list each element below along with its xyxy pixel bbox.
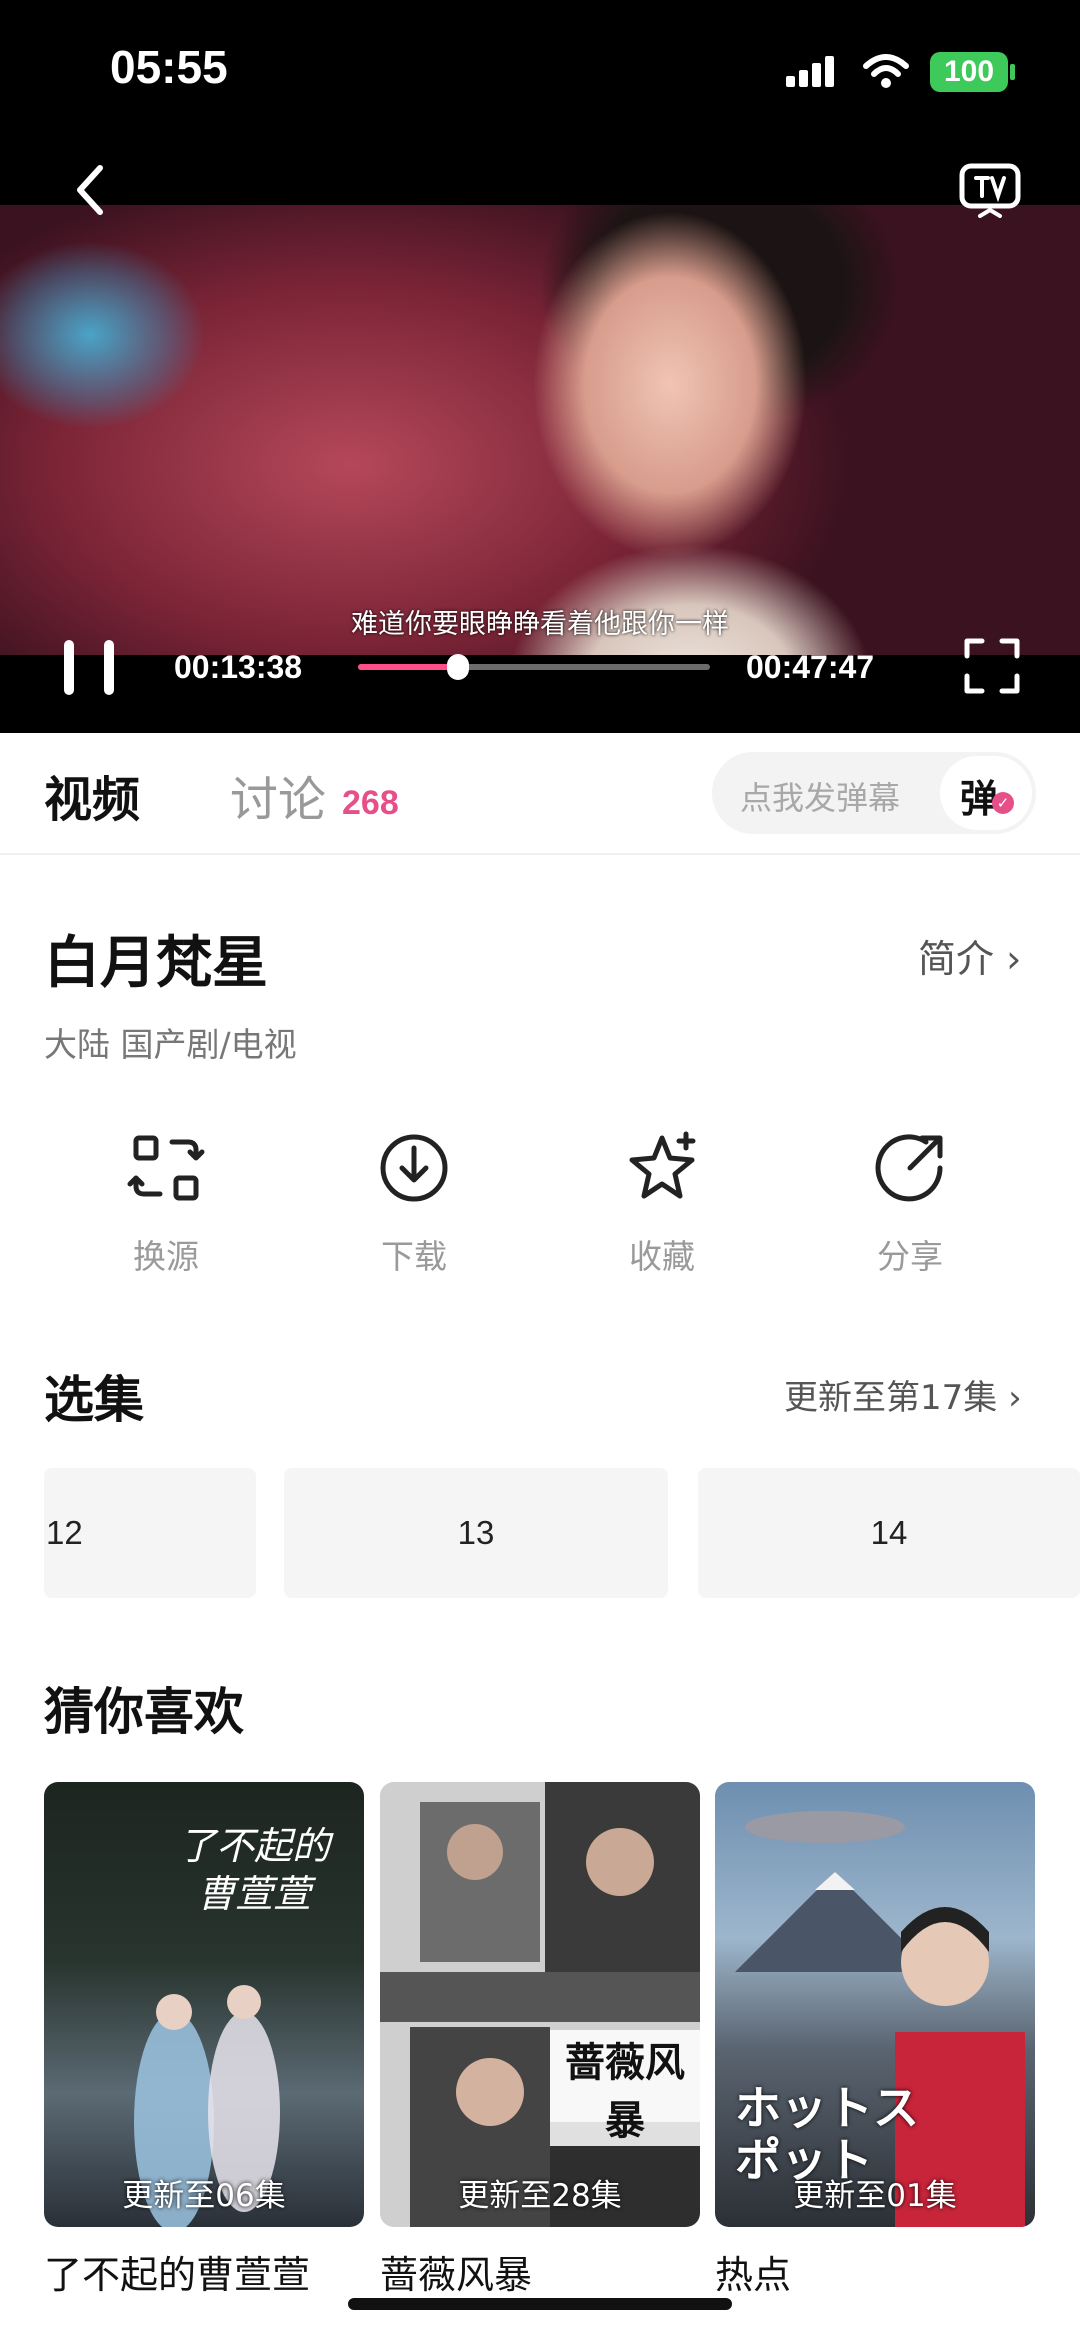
pause-icon	[64, 640, 74, 695]
intro-link[interactable]: 简介 ›	[918, 928, 1021, 983]
download-icon	[380, 1134, 448, 1202]
chevron-right-icon: ›	[1008, 1378, 1022, 1418]
status-time: 05:55	[110, 41, 228, 93]
video-player[interactable]	[0, 205, 1080, 733]
poster-badge: 更新至28集	[458, 2178, 622, 2214]
episodes-update-label: 更新至第17集	[784, 1378, 998, 1418]
battery-indicator: 100	[930, 52, 1008, 92]
action-label: 换源	[133, 1237, 199, 1276]
episodes-title: 选集	[44, 1371, 144, 1429]
tab-video[interactable]: 视频	[44, 760, 140, 830]
episode-item[interactable]: 14	[698, 1468, 1080, 1598]
share-button[interactable]: 分享	[840, 1128, 980, 1278]
poster-badge: 更新至06集	[122, 2178, 286, 2214]
poster-art	[380, 1782, 700, 2227]
video-subtitle: 难道你要眼睁睁看着他跟你一样	[351, 609, 729, 640]
action-label: 收藏	[629, 1237, 695, 1276]
recommend-name[interactable]: 蔷薇风暴	[380, 2244, 532, 2299]
poster-title-art: 了不起的曹萱萱	[177, 1824, 330, 1916]
episodes-update-link[interactable]: 更新至第17集 ›	[784, 1370, 1022, 1419]
action-label: 下载	[381, 1237, 447, 1276]
poster-title-art: 蔷薇风暴	[550, 2030, 700, 2146]
episode-number: 14	[870, 1514, 908, 1551]
intro-label: 简介	[918, 937, 995, 981]
action-label: 分享	[877, 1237, 943, 1276]
discuss-count-badge: 268	[342, 784, 399, 822]
recommend-poster[interactable]: 了不起的曹萱萱 更新至06集	[44, 1782, 364, 2227]
poster-badge: 更新至01集	[793, 2178, 957, 2214]
home-indicator[interactable]	[348, 2298, 732, 2310]
episode-item[interactable]: 13	[284, 1468, 668, 1598]
current-time: 00:13:38	[174, 649, 303, 685]
star-icon	[629, 1131, 696, 1199]
progress-fill	[358, 664, 459, 670]
progress-knob[interactable]	[447, 654, 470, 680]
danmu-input-placeholder[interactable]: 点我发弹幕	[740, 773, 900, 819]
pause-button[interactable]	[64, 640, 114, 695]
recommend-poster[interactable]: 蔷薇风暴 更新至28集	[380, 1782, 700, 2227]
signal-icon	[786, 56, 834, 87]
back-icon[interactable]	[70, 162, 110, 218]
danmu-button-label: 弹	[960, 777, 999, 821]
status-bar	[0, 0, 1080, 205]
show-meta: 大陆 国产剧/电视	[44, 1025, 297, 1064]
recommend-name[interactable]: 热点	[715, 2244, 791, 2299]
download-button[interactable]: 下载	[344, 1128, 484, 1278]
episode-number: 13	[457, 1514, 495, 1551]
danmu-check-icon: ✓	[992, 792, 1014, 814]
fullscreen-icon[interactable]	[964, 638, 1020, 694]
switch-source-icon	[127, 1135, 205, 1201]
total-time: 00:47:47	[746, 649, 875, 685]
episode-number: 12	[46, 1514, 83, 1551]
episode-item[interactable]: 12	[44, 1468, 256, 1598]
recommend-name[interactable]: 了不起的曹萱萱	[44, 2244, 310, 2299]
tv-cast-icon[interactable]	[958, 162, 1022, 218]
recommend-poster[interactable]: ホットスポット 更新至01集	[715, 1782, 1035, 2227]
switch-source-button[interactable]: 换源	[96, 1128, 236, 1278]
chevron-right-icon: ›	[1006, 937, 1022, 981]
favorite-button[interactable]: 收藏	[592, 1128, 732, 1278]
battery-tip	[1010, 64, 1015, 80]
recommend-title: 猜你喜欢	[44, 1683, 244, 1741]
wifi-icon	[863, 54, 909, 88]
share-icon	[875, 1134, 943, 1202]
pause-icon-bar	[104, 640, 114, 695]
show-title: 白月梵星	[44, 931, 268, 996]
tab-discuss[interactable]: 讨论	[230, 760, 326, 830]
